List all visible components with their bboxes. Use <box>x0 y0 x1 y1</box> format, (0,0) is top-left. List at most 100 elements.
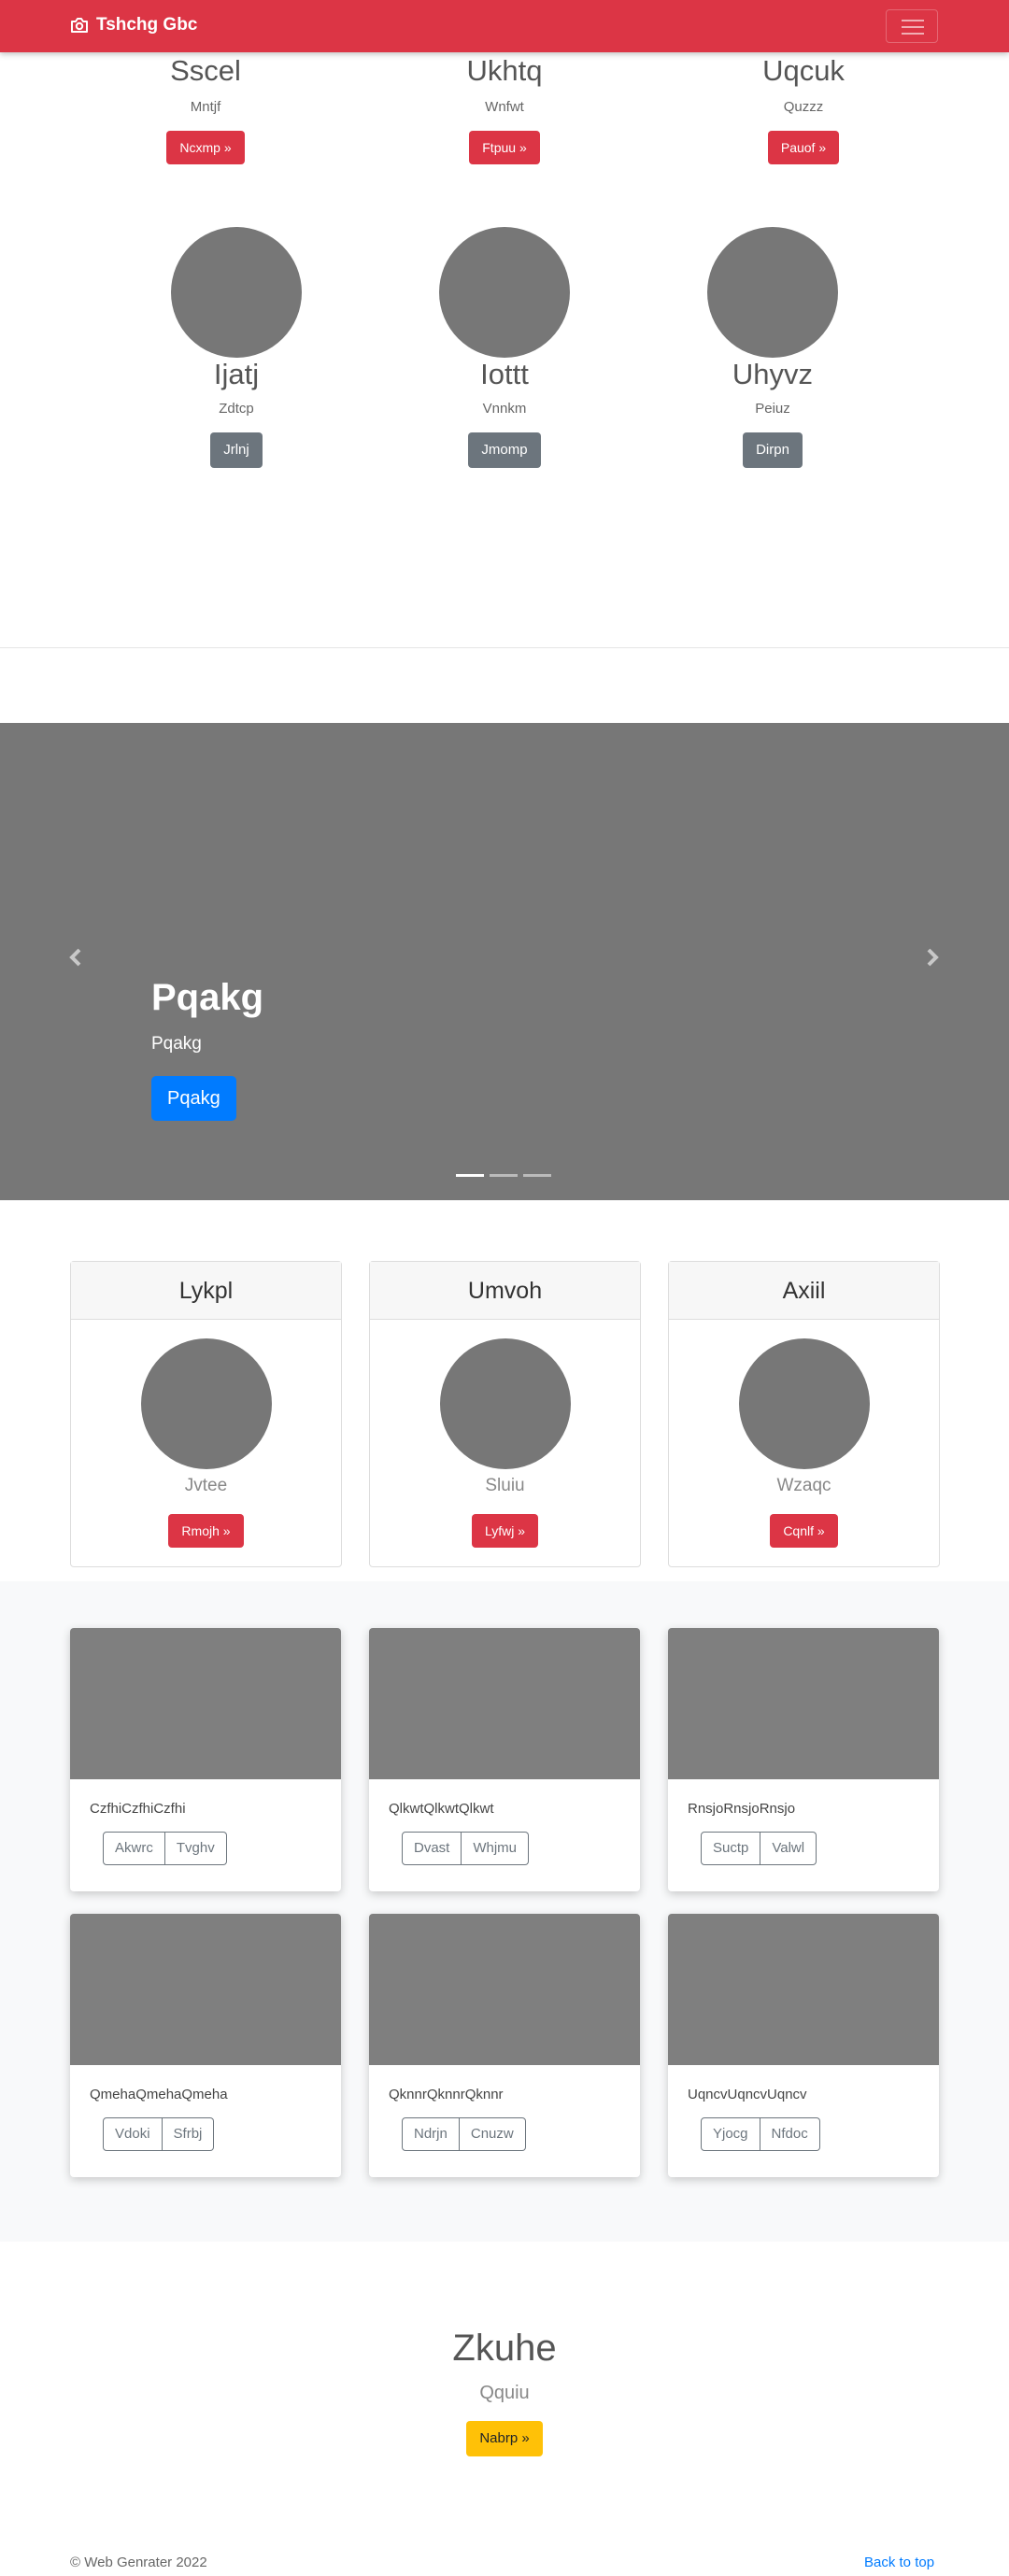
album-card-button[interactable]: Vdoki <box>103 2117 163 2151</box>
team-member: Uhyvz Peiuz Dirpn <box>632 227 913 468</box>
card-image <box>140 1338 272 1469</box>
feature-card: Axiil Wzaqc Cqnlf » <box>668 1261 940 1567</box>
album-card: QmehaQmehaQmeha Vdoki Sfrbj <box>70 1914 341 2177</box>
team-member-button[interactable]: Dirpn <box>743 432 803 468</box>
album-card-text: QknnrQknnrQknnr <box>389 2087 504 2102</box>
album-card-button-group: Ndrjn Cnuzw <box>402 2117 640 2151</box>
team-member-name: Uqcuk <box>762 54 845 87</box>
album-card-button-group: Suctp Valwl <box>701 1832 939 1865</box>
feature-card: Lykpl Jvtee Rmojh » <box>70 1261 342 1567</box>
card-subtitle: Sluiu <box>485 1476 525 1495</box>
album-card-text: CzfhiCzfhiCzfhi <box>90 1801 186 1817</box>
team-member-role: Vnnkm <box>482 401 527 417</box>
team-member-role: Quzzz <box>783 99 824 115</box>
avatar <box>707 227 838 358</box>
team-member-button[interactable]: Ftpuu » <box>469 131 540 164</box>
section-divider <box>0 647 1009 648</box>
bottom-hero: Zkuhe Qquiu Nabrp » <box>0 2326 1009 2456</box>
navbar-toggler-button[interactable] <box>886 9 938 43</box>
team-member-name: Ijatj <box>213 358 260 390</box>
album-card-button[interactable]: Dvast <box>402 1832 462 1865</box>
team-member-button[interactable]: Jmomp <box>468 432 541 468</box>
team-member-name: Sscel <box>170 54 241 87</box>
team-member-button[interactable]: Jrlnj <box>210 432 263 468</box>
album-card-image <box>668 1628 939 1779</box>
hamburger-icon <box>902 20 924 21</box>
card-subtitle: Wzaqc <box>776 1476 831 1495</box>
carousel-indicator[interactable] <box>490 1174 518 1177</box>
album-section: CzfhiCzfhiCzfhi Akwrc Tvghv QlkwtQlkwtQl… <box>0 1581 1009 2242</box>
team-member-button[interactable]: Ncxmp » <box>166 131 245 164</box>
team-member-button[interactable]: Pauof » <box>767 131 840 164</box>
album-card: RnsjoRnsjoRnsjo Suctp Valwl <box>668 1628 939 1891</box>
carousel-indicator[interactable] <box>523 1174 551 1177</box>
card-button[interactable]: Rmojh » <box>168 1514 244 1548</box>
bottom-hero-button[interactable]: Nabrp » <box>466 2421 543 2456</box>
album-card-button-group: Yjocg Nfdoc <box>701 2117 939 2151</box>
brand-link[interactable]: Tshchg Gbc <box>70 15 197 35</box>
card-image <box>439 1338 571 1469</box>
carousel-indicators <box>456 1174 557 1177</box>
carousel-title: Pqakg <box>151 977 264 1018</box>
album-card-image <box>369 1914 640 2065</box>
card-button[interactable]: Lyfwj » <box>471 1514 539 1548</box>
album-card-text: RnsjoRnsjoRnsjo <box>688 1801 796 1817</box>
team-member-role: Zdtcp <box>219 401 254 417</box>
card-header: Lykpl <box>71 1262 341 1320</box>
bottom-hero-subtitle: Qquiu <box>479 2383 530 2403</box>
album-card-text: UqncvUqncvUqncv <box>688 2087 807 2102</box>
card-button[interactable]: Cqnlf » <box>770 1514 838 1548</box>
card-image <box>738 1338 870 1469</box>
album-card-button[interactable]: Yjocg <box>701 2117 760 2151</box>
album-card-button[interactable]: Suctp <box>701 1832 761 1865</box>
album-card: QlkwtQlkwtQlkwt Dvast Whjmu <box>369 1628 640 1891</box>
album-card-button[interactable]: Akwrc <box>103 1832 165 1865</box>
album-card: CzfhiCzfhiCzfhi Akwrc Tvghv <box>70 1628 341 1891</box>
album-card-button-group: Akwrc Tvghv <box>103 1832 341 1865</box>
carousel-next-button[interactable] <box>918 943 946 971</box>
album-card-text: QlkwtQlkwtQlkwt <box>389 1801 494 1817</box>
card-header: Umvoh <box>370 1262 640 1320</box>
album-card-image <box>70 1914 341 2065</box>
album-card: UqncvUqncvUqncv Yjocg Nfdoc <box>668 1914 939 2177</box>
team-member: Ijatj Zdtcp Jrlnj <box>96 227 377 468</box>
team-member: Ukhtq Wnfwt Ftpuu » <box>364 54 645 164</box>
album-card-button[interactable]: Cnuzw <box>459 2117 526 2151</box>
footer-copyright: © Web Genrater 2022 <box>70 2555 207 2570</box>
avatar <box>439 227 570 358</box>
carousel-indicator[interactable] <box>456 1174 484 1177</box>
album-card-button-group: Vdoki Sfrbj <box>103 2117 341 2151</box>
team-member: Iottt Vnnkm Jmomp <box>364 227 645 468</box>
album-card-button-group: Dvast Whjmu <box>402 1832 640 1865</box>
album-card-button[interactable]: Valwl <box>760 1832 817 1865</box>
album-card-button[interactable]: Sfrbj <box>162 2117 215 2151</box>
album-card-button[interactable]: Ndrjn <box>402 2117 460 2151</box>
album-card-image <box>369 1628 640 1779</box>
team-member-role: Wnfwt <box>485 99 524 115</box>
album-card-text: QmehaQmehaQmeha <box>90 2087 228 2102</box>
team-member: Sscel Mntjf Ncxmp » <box>65 54 346 164</box>
team-member-name: Ukhtq <box>466 54 543 87</box>
team-member-name: Uhyvz <box>732 358 814 390</box>
team-member: Uqcuk Quzzz Pauof » <box>663 54 944 164</box>
card-subtitle: Jvtee <box>184 1476 228 1495</box>
team-member-name: Iottt <box>480 358 529 390</box>
album-card-button[interactable]: Whjmu <box>462 1832 530 1865</box>
card-header: Axiil <box>669 1262 939 1320</box>
carousel-cta-button[interactable]: Pqakg <box>151 1076 236 1121</box>
carousel-caption: Pqakg Pqakg Pqakg <box>151 975 263 1121</box>
album-card-image <box>668 1914 939 2065</box>
carousel-subtitle: Pqakg <box>151 1034 202 1054</box>
brand-name: Tshchg Gbc <box>96 15 198 35</box>
carousel: Pqakg Pqakg Pqakg <box>0 723 1009 1200</box>
feature-card: Umvoh Sluiu Lyfwj » <box>369 1261 641 1567</box>
navbar: Tshchg Gbc <box>0 0 1009 52</box>
album-card-button[interactable]: Nfdoc <box>760 2117 820 2151</box>
chevron-right-icon <box>927 948 939 967</box>
back-to-top-link[interactable]: Back to top <box>864 2555 934 2570</box>
album-card-image <box>70 1628 341 1779</box>
team-member-role: Mntjf <box>190 99 221 115</box>
album-card-button[interactable]: Tvghv <box>164 1832 227 1865</box>
chevron-left-icon <box>69 948 81 967</box>
carousel-prev-button[interactable] <box>62 943 90 971</box>
